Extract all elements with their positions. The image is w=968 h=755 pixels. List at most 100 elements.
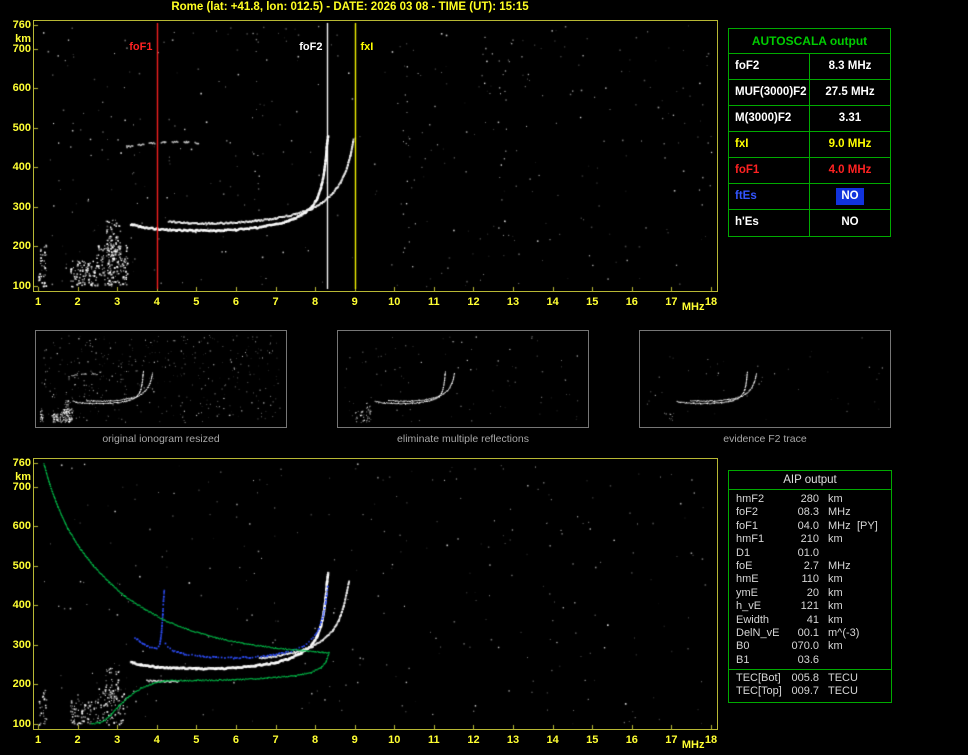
aip-param-name: TEC[Top] <box>736 685 782 698</box>
aip-param-value: 210 <box>800 533 819 546</box>
aip-param-extra <box>857 547 891 560</box>
aip-param-value: 070.0 <box>791 640 819 653</box>
aip-param-extra: [PY] <box>857 519 878 532</box>
x-axis-tick-label: 4 <box>153 734 160 746</box>
y-axis-tick-label: 760 <box>12 19 31 31</box>
x-axis-tick-label: 5 <box>193 734 200 746</box>
autoscala-screen: Rome (lat: +41.8, lon: 012.5) - DATE: 20… <box>0 0 968 755</box>
y-axis-tick-label: 100 <box>12 718 31 730</box>
aip-param-name: hmE <box>736 573 759 586</box>
aip-param-extra <box>857 587 891 600</box>
main-ionogram-canvas <box>34 21 717 291</box>
x-axis-tick-label: 3 <box>114 296 121 308</box>
aip-param-name: B0 <box>736 640 750 653</box>
param-label: fxI <box>729 132 810 157</box>
x-axis-unit-mhz: MHz <box>681 301 705 313</box>
x-axis-tick-label: 13 <box>506 296 520 308</box>
aip-param-extra <box>857 672 891 685</box>
aip-param-value: 01.0 <box>797 546 819 559</box>
aip-param-value: 121 <box>800 600 819 613</box>
x-axis-tick-label: 2 <box>74 734 81 746</box>
aip-param-name: ymE <box>736 586 758 599</box>
aip-row: Ewidth 41 km <box>729 614 891 627</box>
param-label: ftEs <box>729 184 810 209</box>
aip-param-value: 41 <box>806 613 819 626</box>
aip-row: ymE 20 km <box>729 587 891 600</box>
aip-row: DelN_vE 00.1 m^(-3) <box>729 627 891 640</box>
aip-row: hmF2 280 km <box>729 493 891 506</box>
table-row-fof2: foF2 8.3 MHz <box>729 54 890 80</box>
aip-param-name: DelN_vE <box>736 626 780 639</box>
aip-param-extra <box>857 640 891 653</box>
x-axis-tick-label: 10 <box>388 734 401 746</box>
x-axis-tick-label: 13 <box>506 734 520 746</box>
aip-param-name: h_vE <box>736 600 762 613</box>
thumbnail-caption: evidence F2 trace <box>723 433 807 445</box>
table-row-ftes: ftEs NO <box>729 184 890 210</box>
aip-param-value: 009.7 <box>791 685 819 698</box>
param-value: 8.3 MHz <box>828 60 872 72</box>
x-axis-tick-label: 8 <box>312 296 319 308</box>
aip-tec-divider <box>729 669 891 671</box>
x-axis-tick-label: 16 <box>625 734 638 746</box>
x-axis-unit-mhz: MHz <box>681 739 705 751</box>
aip-param-value: 005.8 <box>791 672 819 685</box>
aip-row: D1 01.0 <box>729 547 891 560</box>
x-axis-tick-label: 10 <box>388 296 401 308</box>
x-axis-tick-label: 5 <box>193 296 200 308</box>
param-value: 27.5 MHz <box>825 86 875 98</box>
aip-param-extra <box>857 685 891 698</box>
aip-param-name: foF2 <box>736 506 759 519</box>
aip-param-unit: m^(-3) <box>828 626 860 639</box>
x-axis-tick-label: 16 <box>625 296 638 308</box>
aip-param-value: 08.3 <box>797 506 819 519</box>
thumbnail-canvas <box>338 331 588 427</box>
aip-param-value: 00.1 <box>797 626 819 639</box>
main-ionogram-plot: foF1 foF2 fxI <box>33 20 718 292</box>
x-axis-tick-label: 7 <box>272 296 279 308</box>
table-row-fxi: fxI 9.0 MHz <box>729 132 890 158</box>
profile-ionogram-canvas <box>34 459 717 729</box>
y-axis-unit-km: km <box>15 471 31 483</box>
marker-label-fxi: fxI <box>360 41 374 53</box>
param-label: h'Es <box>729 210 810 236</box>
aip-param-name: B1 <box>736 653 750 666</box>
aip-row: hmE 110 km <box>729 573 891 586</box>
thumbnail-caption: original ionogram resized <box>102 433 220 445</box>
aip-param-name: foF1 <box>736 519 759 532</box>
x-axis-tick-label: 14 <box>546 734 559 746</box>
x-axis-tick-label: 9 <box>351 296 358 308</box>
y-axis-tick-label: 300 <box>12 638 31 651</box>
aip-param-value: 20 <box>806 586 819 599</box>
aip-param-unit: km <box>828 640 843 653</box>
x-axis-tick-label: 9 <box>351 734 358 746</box>
y-axis-tick-label: 600 <box>12 82 31 95</box>
aip-param-value: 03.6 <box>797 653 819 666</box>
aip-param-unit: MHz <box>828 559 851 572</box>
aip-param-value: 2.7 <box>803 559 819 572</box>
param-value: 4.0 MHz <box>828 164 872 176</box>
x-axis-tick-label: 1 <box>34 296 42 308</box>
y-axis-tick-label: 600 <box>12 520 31 533</box>
y-axis-tick-label: 200 <box>12 240 31 253</box>
autoscala-table-title: AUTOSCALA output <box>729 29 890 54</box>
aip-param-extra <box>857 560 891 573</box>
param-value: NO <box>810 184 890 209</box>
aip-rows: hmF2 280 km foF2 08.3 MHz foF1 04.0 MHz [PY] hmF1 2… <box>729 493 891 699</box>
aip-row: foF1 04.0 MHz [PY] <box>729 520 891 533</box>
param-value: NO <box>841 216 859 228</box>
y-axis-tick-label: 400 <box>12 599 31 612</box>
param-label: M(3000)F2 <box>729 106 810 131</box>
aip-param-unit: km <box>828 600 843 613</box>
thumbnail-multiple-reflections <box>337 330 589 428</box>
x-axis-tick-label: 6 <box>232 734 239 746</box>
aip-param-unit: km <box>828 493 843 505</box>
y-axis-tick-label: 300 <box>12 200 31 213</box>
aip-row: TEC[Bot] 005.8 TECU <box>729 672 891 685</box>
x-axis-tick-label: 11 <box>428 296 440 308</box>
marker-label-fof2: foF2 <box>299 41 323 53</box>
aip-param-unit: km <box>828 586 843 599</box>
aip-param-unit: km <box>828 613 843 626</box>
thumbnail-caption: eliminate multiple reflections <box>397 433 529 445</box>
aip-param-name: hmF1 <box>736 533 765 546</box>
